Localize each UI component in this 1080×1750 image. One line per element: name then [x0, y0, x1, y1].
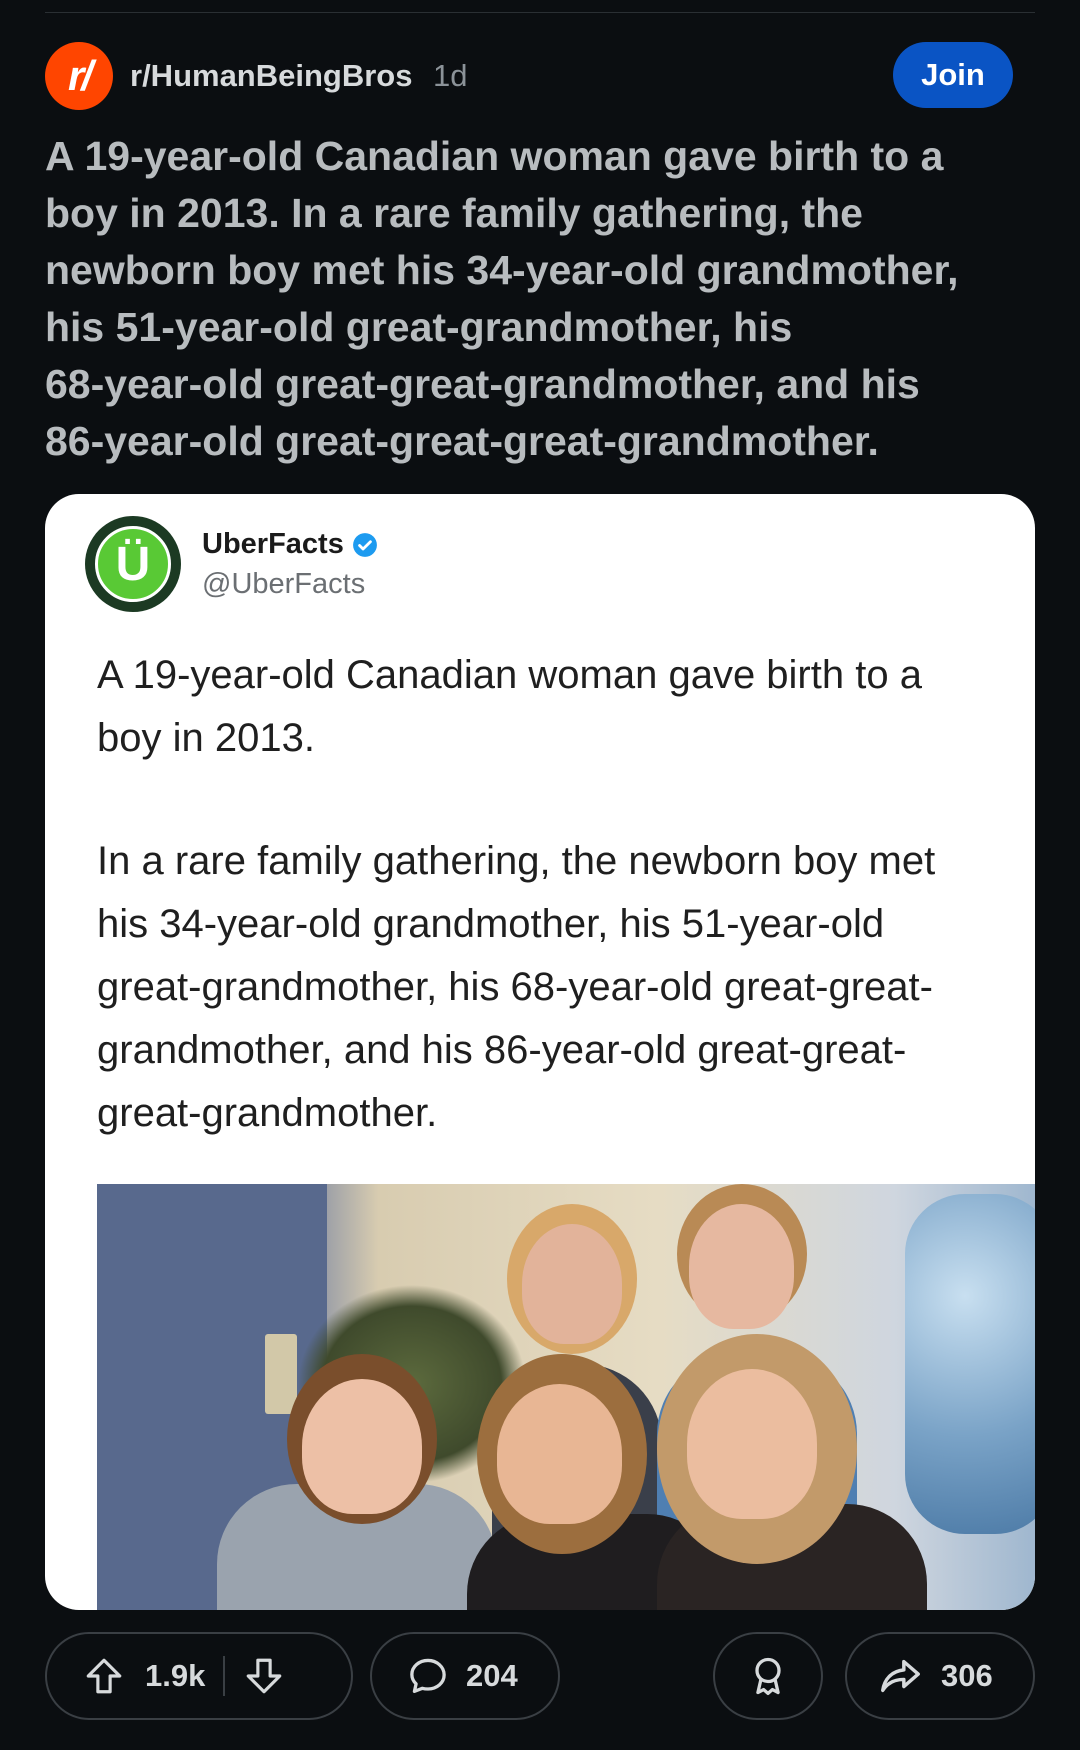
- vote-divider: [223, 1656, 226, 1696]
- photo-wall-switch: [265, 1334, 297, 1414]
- top-divider: [45, 12, 1035, 13]
- share-count: 306: [941, 1658, 993, 1693]
- tweet-line: boy in 2013.: [97, 716, 315, 760]
- tweet-line: great-grandmother, his 68-year-old great…: [97, 965, 933, 1009]
- tweet-line: A 19-year-old Canadian woman gave birth …: [97, 653, 922, 697]
- photo-person-face: [497, 1384, 622, 1524]
- photo-person-face: [522, 1224, 622, 1344]
- post-title-line: his 51-year-old great-grandmother, his: [45, 304, 793, 350]
- tweet-author-name-text: UberFacts: [202, 528, 344, 560]
- tweet-author-handle: @UberFacts: [202, 568, 366, 600]
- tweet-paragraph-1: A 19-year-old Canadian woman gave birth …: [97, 644, 1027, 770]
- tweet-author-name: UberFacts: [202, 528, 378, 561]
- post-title-line: newborn boy met his 34-year-old grandmot…: [45, 247, 959, 293]
- uberfacts-avatar-letter: Ü: [95, 526, 171, 602]
- post-action-bar: 1.9k 204 306: [45, 1632, 1035, 1722]
- share-button[interactable]: 306: [845, 1632, 1035, 1720]
- downvote-arrow-icon[interactable]: [243, 1655, 285, 1697]
- verified-badge-icon: [352, 532, 378, 558]
- tweet-line: great-grandmother.: [97, 1091, 438, 1135]
- subreddit-icon[interactable]: r/: [45, 42, 113, 110]
- post-title-line: A 19-year-old Canadian woman gave birth …: [45, 133, 944, 179]
- share-arrow-icon: [877, 1653, 923, 1699]
- post-title-line: 68-year-old great-great-grandmother, and…: [45, 361, 920, 407]
- comment-count: 204: [466, 1658, 518, 1693]
- photo-person-face: [689, 1204, 794, 1329]
- speech-bubble-icon: [406, 1654, 450, 1698]
- tweet-line: his 34-year-old grandmother, his 51-year…: [97, 902, 885, 946]
- award-button[interactable]: [713, 1632, 823, 1720]
- photo-person-face: [302, 1379, 422, 1514]
- post-title-line: 86-year-old great-great-great-grandmothe…: [45, 418, 879, 464]
- tweet-paragraph-2: In a rare family gathering, the newborn …: [97, 830, 1027, 1145]
- photo-person-face: [687, 1369, 817, 1519]
- tweet-line: In a rare family gathering, the newborn …: [97, 839, 936, 883]
- photo-balloon: [905, 1194, 1035, 1534]
- upvote-arrow-icon[interactable]: [83, 1655, 125, 1697]
- post-age: 1d: [433, 58, 468, 93]
- upvote-count: 1.9k: [145, 1658, 206, 1693]
- tweet-line: grandmother, and his 86-year-old great-g…: [97, 1028, 907, 1072]
- post-title-line: boy in 2013. In a rare family gathering,…: [45, 190, 863, 236]
- subreddit-name[interactable]: r/HumanBeingBros: [130, 58, 412, 94]
- vote-control: 1.9k: [45, 1632, 353, 1720]
- uberfacts-avatar: Ü: [85, 516, 181, 612]
- post-header: r/ r/HumanBeingBros 1d Join: [45, 42, 1013, 110]
- family-photo: [97, 1184, 1035, 1610]
- join-button[interactable]: Join: [893, 42, 1013, 108]
- comments-button[interactable]: 204: [370, 1632, 560, 1720]
- post-title[interactable]: A 19-year-old Canadian woman gave birth …: [45, 128, 1035, 470]
- tweet-image[interactable]: Ü UberFacts @UberFacts A 19-year-old Can…: [45, 494, 1035, 1610]
- award-ribbon-icon: [746, 1654, 790, 1698]
